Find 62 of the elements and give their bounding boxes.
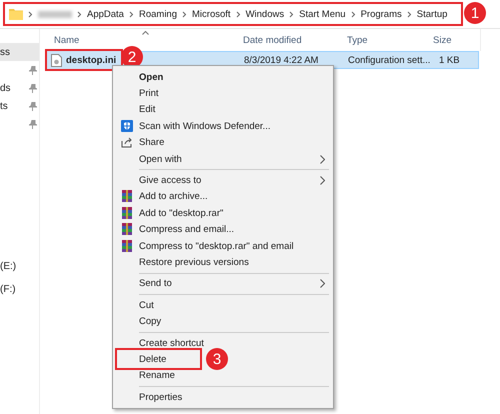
share-icon (121, 137, 133, 148)
submenu-chevron-icon (320, 154, 325, 164)
breadcrumb-segment[interactable]: AppData (87, 8, 124, 20)
column-header[interactable]: Type (347, 34, 368, 46)
callout-number: 1 (464, 2, 486, 24)
menu-item[interactable]: Cut (115, 297, 331, 314)
folder-icon (9, 8, 23, 20)
books-stack-icon (121, 223, 133, 236)
menu-item[interactable]: Share (115, 134, 331, 151)
sidebar-item[interactable]: ds (0, 79, 39, 97)
books-stack-icon (121, 206, 133, 220)
size-cell-text: 1 KB (439, 54, 461, 66)
menu-item[interactable]: Scan with Windows Defender... (115, 118, 331, 135)
chevron-icon (128, 10, 134, 18)
menu-item[interactable]: Compress and email... (115, 222, 331, 238)
address-bar[interactable]: AppData Roaming Microsoft Windows Start Menu Programs Startup (4, 3, 462, 25)
type-cell: Configuration sett... (348, 54, 430, 66)
books-stack-icon (121, 240, 133, 253)
shield-icon (121, 120, 133, 132)
chevron-icon (77, 10, 82, 18)
menu-item[interactable]: Open (115, 69, 331, 86)
menu-item[interactable]: Add to "desktop.rar" (115, 205, 331, 222)
sidebar-item[interactable]: ss (0, 43, 39, 61)
breadcrumb-segment[interactable]: Windows (246, 8, 284, 20)
menu-item[interactable]: Give access to (115, 172, 331, 189)
chevron-icon (289, 10, 294, 18)
sidebar-item[interactable]: ts (0, 97, 39, 115)
drive-item[interactable]: (E:) (0, 261, 39, 272)
chevron-icon (236, 10, 241, 18)
menu-item[interactable]: Send to (115, 276, 331, 292)
date-cell: 8/3/2019 4:22 AM (244, 54, 318, 66)
menu-item[interactable]: Add to archive... (115, 188, 331, 206)
breadcrumb-segment[interactable]: Roaming (138, 8, 178, 20)
column-header[interactable]: Name (54, 34, 80, 46)
breadcrumb-segment[interactable]: Programs (360, 8, 402, 20)
drive-item[interactable]: (F:) (0, 284, 39, 295)
menu-item[interactable]: Compress to "desktop.rar" and email (115, 238, 331, 254)
breadcrumb-segment[interactable]: Microsoft (192, 8, 231, 20)
settings-file-icon (51, 54, 62, 66)
file-name-cell: desktop.ini (46, 50, 122, 70)
menu-item[interactable]: Copy (115, 313, 331, 330)
breadcrumb-segment[interactable]: Start Menu (299, 8, 346, 20)
chevron-icon (182, 10, 188, 18)
menu-item[interactable]: Open with (115, 150, 331, 168)
menu-item[interactable]: Rename (115, 368, 331, 384)
chevron-icon (406, 10, 412, 18)
chevron-icon (28, 10, 33, 18)
sort-caret-icon (142, 31, 149, 35)
submenu-chevron-icon (320, 279, 325, 288)
column-header[interactable]: Date modified (243, 34, 302, 46)
books-stack-icon (121, 190, 133, 204)
submenu-chevron-icon (320, 176, 325, 186)
menu-item[interactable]: Properties (115, 389, 331, 406)
menu-item[interactable]: Print (115, 85, 331, 102)
menu-item[interactable]: Edit (115, 102, 331, 118)
breadcrumb-segment[interactable]: Startup (416, 8, 448, 20)
column-header[interactable]: Size (433, 34, 452, 46)
chevron-icon (350, 10, 356, 18)
blurred-segment (38, 10, 72, 18)
menu-item[interactable]: Delete (115, 351, 200, 368)
callout-number: 3 (206, 348, 228, 370)
menu-item[interactable]: Restore previous versions (115, 254, 331, 271)
